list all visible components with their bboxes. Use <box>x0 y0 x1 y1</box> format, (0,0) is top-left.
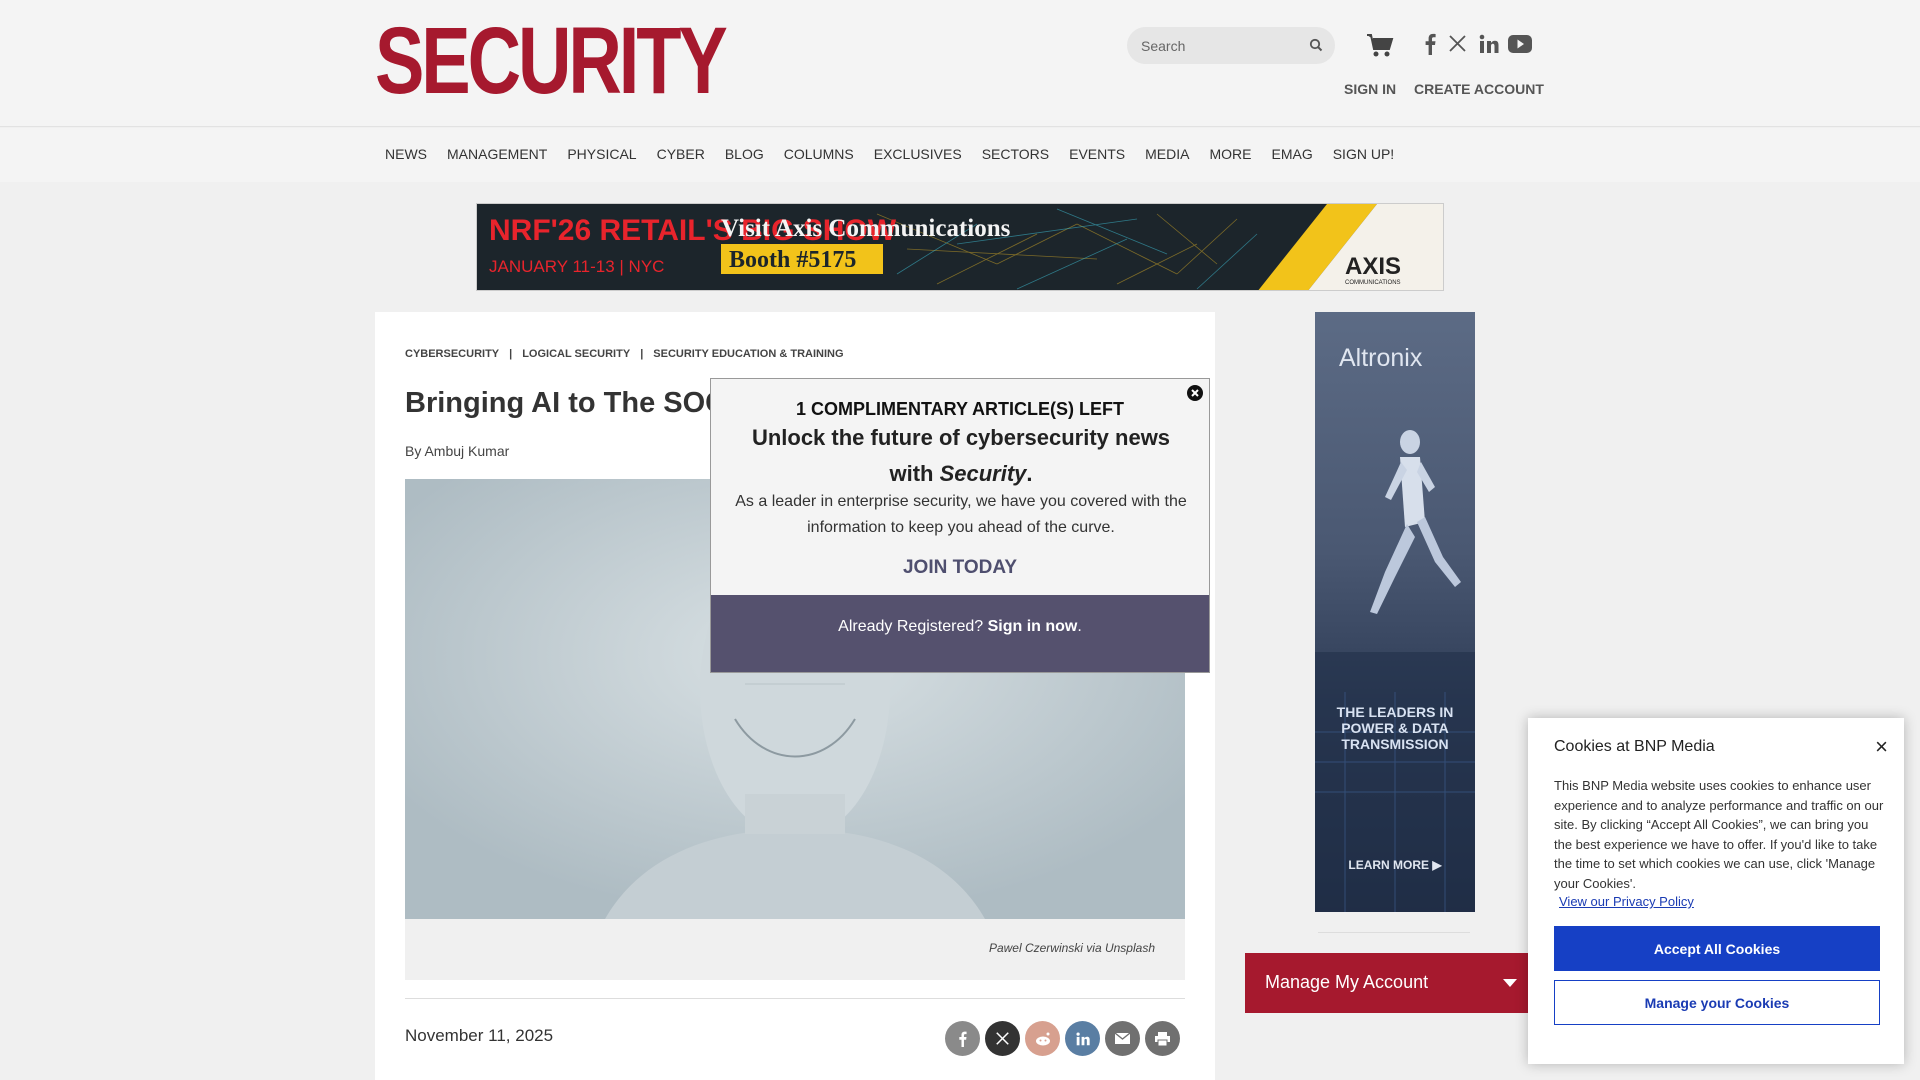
paywall-footer-text: Already Registered? Sign in now. <box>711 618 1209 636</box>
nav-item-columns[interactable]: COLUMNS <box>774 146 864 162</box>
paywall-headline-end: . <box>1026 461 1033 486</box>
nav-item-management[interactable]: MANAGEMENT <box>437 146 557 162</box>
divider <box>405 998 1185 999</box>
sign-in-link[interactable]: SIGN IN <box>1344 81 1396 97</box>
nav-item-blog[interactable]: BLOG <box>715 146 774 162</box>
email-icon[interactable] <box>1105 1021 1140 1056</box>
nav-item-media[interactable]: MEDIA <box>1135 146 1199 162</box>
article-title: Bringing AI to The SOC <box>405 387 727 419</box>
breadcrumb-education-training[interactable]: SECURITY EDUCATION & TRAINING <box>653 348 843 360</box>
nav-item-more[interactable]: MORE <box>1199 146 1261 162</box>
site-header: SECURITY SIGN IN CREATE ACCOUNT <box>0 0 1920 127</box>
manage-account-dropdown[interactable]: Manage My Account <box>1245 953 1535 1013</box>
banner-headline: Visit Axis Communications <box>721 215 1011 242</box>
sidebar-ad[interactable]: Altronix THE LEADERS IN POWER & DATA TRA… <box>1315 312 1475 912</box>
paywall-headline: Unlock the future of cybersecurity news … <box>731 420 1191 492</box>
sign-in-now-link[interactable]: Sign in now <box>988 618 1078 635</box>
nav-item-news[interactable]: NEWS <box>375 146 437 162</box>
sidebar-ad-brand: Altronix <box>1339 344 1423 372</box>
create-account-link[interactable]: CREATE ACCOUNT <box>1414 81 1544 97</box>
banner-brand-sub: COMMUNICATIONS <box>1345 280 1401 286</box>
cookie-title: Cookies at BNP Media <box>1554 738 1715 755</box>
reddit-icon[interactable] <box>1025 1021 1060 1056</box>
manage-account-label: Manage My Account <box>1265 972 1429 992</box>
search-box <box>1127 27 1335 64</box>
facebook-icon[interactable] <box>945 1021 980 1056</box>
footer-period: . <box>1077 618 1082 635</box>
breadcrumb-cybersecurity[interactable]: CYBERSECURITY <box>405 348 499 360</box>
close-icon[interactable]: × <box>1875 736 1888 758</box>
banner-booth: Booth #5175 <box>729 247 856 273</box>
nav-item-events[interactable]: EVENTS <box>1059 146 1135 162</box>
breadcrumb-separator: | <box>509 348 513 360</box>
articles-left-count: 1 COMPLIMENTARY ARTICLE(S) LEFT <box>796 399 1124 419</box>
cookie-body: This BNP Media website uses cookies to e… <box>1554 778 1884 891</box>
share-buttons <box>945 1021 1180 1056</box>
linkedin-icon[interactable] <box>1479 34 1499 59</box>
banner-dates: JANUARY 11-13 | NYC <box>489 257 664 276</box>
cookie-dialog: Cookies at BNP Media × This BNP Media we… <box>1528 718 1904 1064</box>
youtube-icon[interactable] <box>1508 34 1532 59</box>
publish-date: November 11, 2025 <box>405 1026 554 1045</box>
linkedin-icon[interactable] <box>1065 1021 1100 1056</box>
breadcrumb: CYBERSECURITY | LOGICAL SECURITY | SECUR… <box>405 348 844 360</box>
site-logo[interactable]: SECURITY <box>375 14 728 109</box>
print-icon[interactable] <box>1145 1021 1180 1056</box>
search-icon[interactable] <box>1309 38 1323 57</box>
sidebar-ad-cta[interactable]: LEARN MORE ▶ <box>1315 858 1475 872</box>
paywall-headline-emphasis: Security <box>939 461 1027 486</box>
x-icon[interactable] <box>1449 35 1466 57</box>
banner-brand: AXIS <box>1345 253 1401 280</box>
paywall-body: As a leader in enterprise security, we h… <box>735 493 1187 536</box>
caption-area: Pawel Czerwinski via Unsplash <box>405 919 1185 980</box>
manage-cookies-button[interactable]: Manage your Cookies <box>1554 980 1880 1025</box>
main-nav: NEWS MANAGEMENT PHYSICAL CYBER BLOG COLU… <box>0 128 1920 182</box>
paywall-footer: Already Registered? Sign in now. <box>711 595 1209 672</box>
already-registered-text: Already Registered? <box>838 618 988 635</box>
breadcrumb-separator: | <box>640 348 644 360</box>
join-today-link[interactable]: JOIN TODAY <box>711 557 1209 579</box>
nav-item-emag[interactable]: EMAG <box>1261 146 1322 162</box>
chevron-down-icon <box>1503 979 1517 987</box>
facebook-icon[interactable] <box>1424 33 1436 60</box>
search-input[interactable] <box>1141 27 1301 64</box>
nav-item-sectors[interactable]: SECTORS <box>972 146 1059 162</box>
nav-item-cyber[interactable]: CYBER <box>647 146 715 162</box>
privacy-policy-link[interactable]: View our Privacy Policy <box>1559 894 1694 909</box>
image-caption: Pawel Czerwinski via Unsplash <box>988 941 1155 955</box>
banner-ad[interactable]: NRF'26 RETAIL'S BIG SHOW JANUARY 11-13 |… <box>476 203 1444 291</box>
nav-item-exclusives[interactable]: EXCLUSIVES <box>864 146 972 162</box>
accept-all-cookies-button[interactable]: Accept All Cookies <box>1554 926 1880 971</box>
sidebar-ad-tagline: THE LEADERS IN POWER & DATA TRANSMISSION <box>1336 704 1454 752</box>
cart-icon[interactable] <box>1366 33 1394 64</box>
divider <box>1318 932 1470 933</box>
article-byline: By Ambuj Kumar <box>405 443 510 459</box>
nav-item-physical[interactable]: PHYSICAL <box>557 146 646 162</box>
paywall-modal: 1 COMPLIMENTARY ARTICLE(S) LEFT Unlock t… <box>710 378 1210 673</box>
x-icon[interactable] <box>985 1021 1020 1056</box>
nav-item-signup[interactable]: SIGN UP! <box>1323 146 1404 162</box>
breadcrumb-logical-security[interactable]: LOGICAL SECURITY <box>522 348 630 360</box>
